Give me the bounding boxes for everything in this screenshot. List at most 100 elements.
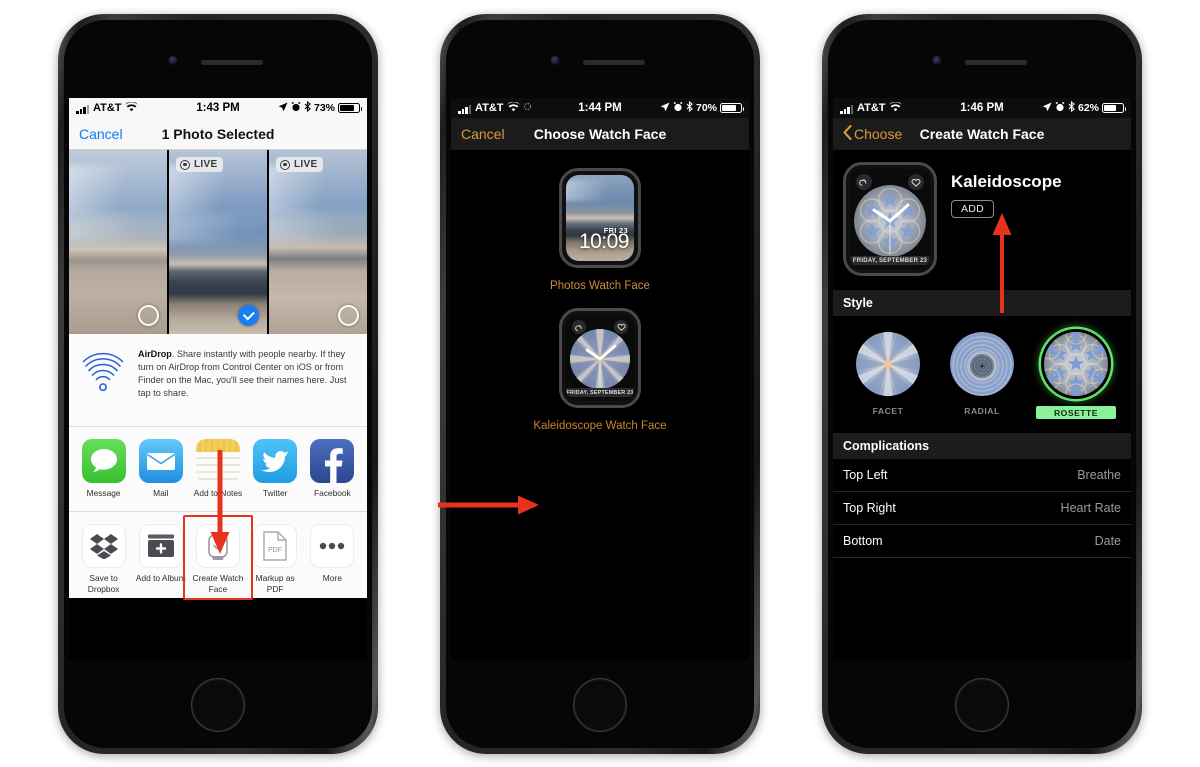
cellular-signal-icon (76, 102, 90, 114)
nav-bar-1: Cancel 1 Photo Selected (69, 118, 367, 150)
share-target-label: Facebook (313, 488, 351, 498)
status-right: 73% (278, 100, 362, 115)
watch-frame: FRIDAY, SEPTEMBER 23 (559, 308, 641, 408)
dropbox-icon (81, 524, 126, 568)
action-more[interactable]: More (304, 524, 360, 588)
action-save-to-dropbox[interactable]: Save to Dropbox (76, 524, 132, 594)
nav-bar-2: Cancel Choose Watch Face (451, 118, 749, 150)
watch-face-date: FRIDAY, SEPTEMBER 23 (850, 256, 930, 265)
photo-select-toggle[interactable] (338, 305, 359, 326)
airdrop-text: AirDrop. Share instantly with people nea… (138, 348, 355, 400)
bluetooth-icon (304, 100, 311, 115)
style-label: RADIAL (964, 406, 1000, 416)
location-arrow-icon (660, 102, 670, 115)
action-add-to-album[interactable]: Add to Album (133, 524, 189, 588)
status-right: 62% (1042, 100, 1126, 115)
add-to-album-icon (138, 524, 183, 568)
breathe-icon (856, 174, 872, 190)
watch-face-option-photos[interactable]: FRI 23 10:09 Photos Watch Face (451, 168, 749, 292)
style-label-selected: ROSETTE (1036, 406, 1116, 419)
complication-value: Date (1094, 534, 1121, 548)
style-option-radial[interactable]: RADIAL (942, 332, 1022, 419)
home-button[interactable] (573, 678, 627, 732)
complication-value: Breathe (1077, 468, 1121, 482)
annotation-arrow-down (208, 450, 232, 555)
carrier-label: AT&T (475, 102, 504, 114)
cancel-button[interactable]: Cancel (79, 126, 123, 142)
watch-face-caption: Kaleidoscope Watch Face (533, 420, 667, 432)
share-target-label: Mail (153, 488, 169, 498)
status-right: 70% (660, 100, 744, 115)
watch-face-option-kaleidoscope[interactable]: FRIDAY, SEPTEMBER 23 Kaleidoscope Watch … (451, 308, 749, 432)
style-option-facet[interactable]: FACET (848, 332, 928, 419)
live-badge: LIVE (276, 157, 324, 172)
home-button[interactable] (191, 678, 245, 732)
action-markup-as-pdf[interactable]: PDF Markup as PDF (247, 524, 303, 594)
screen-3: AT&T 1:46 PM 62% Choose Create Watch Fac… (833, 98, 1131, 659)
watch-face-date: FRIDAY, SEPTEMBER 23 (566, 388, 634, 397)
watch-face-caption: Photos Watch Face (550, 280, 650, 292)
screen-1: AT&T 1:43 PM 73% Cancel 1 Photo Selected… (69, 98, 367, 659)
twitter-icon (253, 439, 298, 483)
rosette-thumbnail (1044, 332, 1108, 396)
front-camera-icon (932, 56, 942, 65)
location-arrow-icon (278, 102, 288, 115)
share-target-message[interactable]: Message (77, 439, 131, 501)
pdf-icon: PDF (253, 524, 298, 568)
sync-icon (523, 102, 532, 114)
more-icon (310, 524, 355, 568)
back-button[interactable]: Choose (843, 124, 902, 143)
status-left: AT&T (840, 101, 902, 115)
battery-icon (338, 103, 362, 113)
face-title: Kaleidoscope (951, 172, 1062, 191)
photo-select-toggle-selected[interactable] (238, 305, 259, 326)
iphone-3: AT&T 1:46 PM 62% Choose Create Watch Fac… (822, 14, 1142, 754)
alarm-icon (673, 101, 683, 115)
complication-row-top-right[interactable]: Top Right Heart Rate (833, 492, 1131, 525)
photo-thumb[interactable] (69, 150, 167, 334)
complication-row-top-left[interactable]: Top Left Breathe (833, 459, 1131, 492)
photo-thumb[interactable]: LIVE (269, 150, 367, 334)
action-label: More (322, 573, 342, 583)
share-target-label: Message (86, 488, 121, 498)
battery-icon (1102, 103, 1126, 113)
style-options: FACET RADIAL ROSETTE (833, 316, 1131, 433)
heart-rate-icon (908, 174, 924, 190)
airdrop-title: AirDrop (138, 349, 172, 359)
photo-select-toggle[interactable] (138, 305, 159, 326)
complication-row-bottom[interactable]: Bottom Date (833, 525, 1131, 558)
wifi-icon (124, 101, 138, 115)
action-label: Create Watch Face (192, 573, 244, 594)
heart-rate-icon (614, 320, 628, 334)
cancel-button[interactable]: Cancel (461, 126, 505, 142)
watch-screen: FRIDAY, SEPTEMBER 23 (850, 169, 930, 269)
bluetooth-icon (1068, 100, 1075, 115)
share-target-label: Twitter (262, 488, 288, 498)
annotation-arrow-up (991, 213, 1013, 313)
alarm-icon (1055, 101, 1065, 115)
photo-thumb[interactable]: LIVE (169, 150, 267, 334)
battery-icon (720, 103, 744, 113)
action-label: Add to Album (135, 573, 186, 583)
photo-grid: LIVE LIVE (69, 150, 367, 334)
nav-bar-3: Choose Create Watch Face (833, 118, 1131, 150)
complication-key: Bottom (843, 534, 883, 548)
watch-screen: FRIDAY, SEPTEMBER 23 (566, 315, 634, 401)
battery-percent: 70% (695, 102, 717, 114)
live-label: LIVE (194, 159, 218, 170)
add-button[interactable]: ADD (951, 200, 995, 218)
radial-thumbnail (950, 332, 1014, 396)
status-bar-2: AT&T 1:44 PM 70% (451, 98, 749, 118)
annotation-arrow-right (438, 494, 540, 516)
share-target-facebook[interactable]: Facebook (305, 439, 359, 501)
wifi-icon (506, 101, 520, 115)
status-bar-3: AT&T 1:46 PM 62% (833, 98, 1131, 118)
action-label: Save to Dropbox (87, 573, 120, 594)
style-option-rosette[interactable]: ROSETTE (1036, 332, 1116, 419)
watch-face-time: 10:09 (578, 230, 630, 253)
share-target-twitter[interactable]: Twitter (248, 439, 302, 501)
airdrop-section[interactable]: AirDrop. Share instantly with people nea… (69, 334, 367, 427)
bluetooth-icon (686, 100, 693, 115)
share-target-mail[interactable]: Mail (134, 439, 188, 501)
home-button[interactable] (955, 678, 1009, 732)
